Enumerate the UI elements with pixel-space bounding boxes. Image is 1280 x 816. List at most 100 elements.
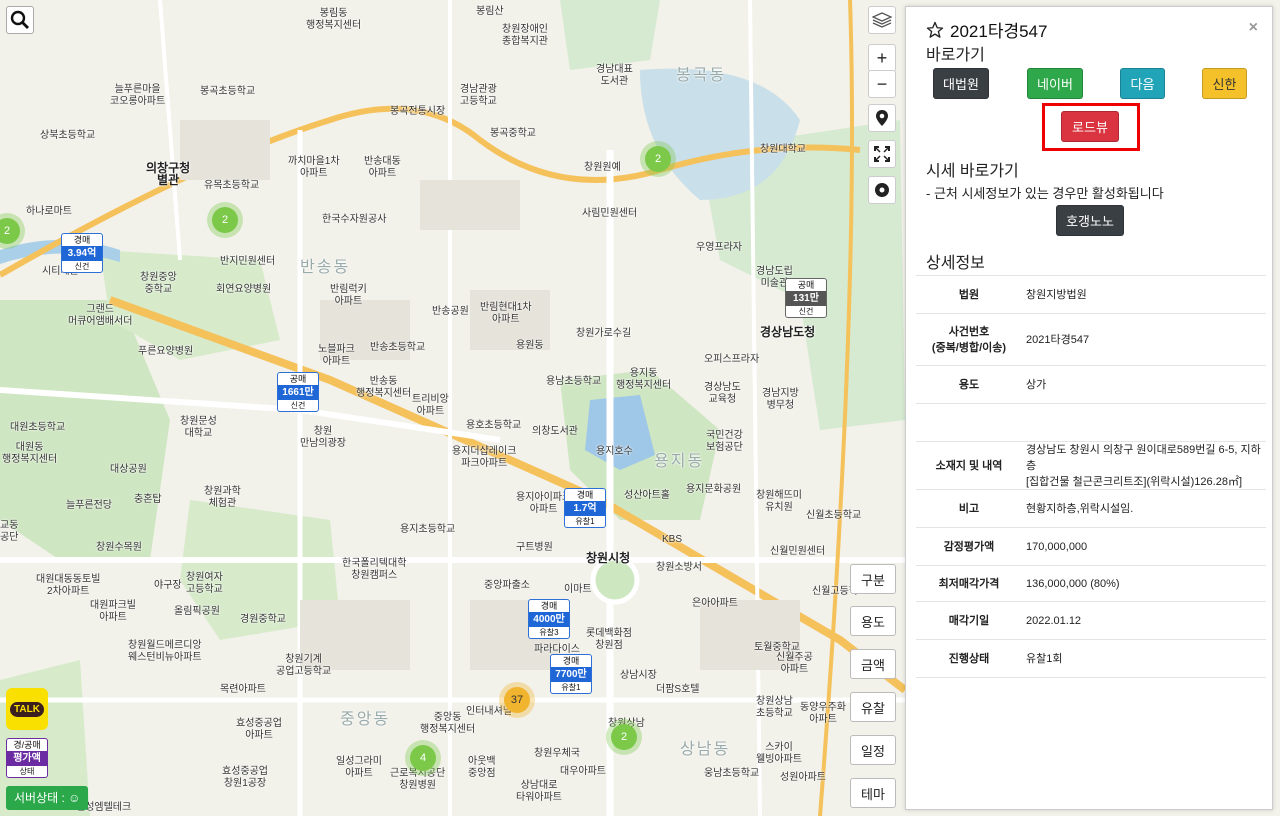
map-label: 창원 만남의광장	[300, 426, 346, 449]
marker-value: 131만	[786, 291, 826, 306]
map-label: 용지초등학교	[400, 524, 456, 535]
row-value: 170,000,000	[1026, 540, 1088, 553]
layers-button[interactable]	[868, 6, 896, 34]
marker-type: 경매	[562, 656, 580, 666]
map-cluster[interactable]: 2	[645, 146, 671, 172]
close-icon[interactable]: ×	[1249, 19, 1258, 37]
map-label: 구트병원	[516, 542, 553, 553]
map-label: 경남관광 고등학교	[460, 84, 497, 107]
filter-schedule-button[interactable]: 일정	[850, 735, 896, 765]
naver-link-button[interactable]: 네이버	[1027, 68, 1083, 99]
daum-link-button[interactable]: 다음	[1120, 68, 1165, 99]
map-label: 중앙동	[340, 711, 391, 728]
map-label: 중앙동 행정복지센터	[420, 712, 476, 735]
row-key: 소재지 및 내역	[935, 459, 1003, 472]
map-label: 용지더샵레이크 파크아파트	[452, 446, 517, 469]
auction-marker[interactable]: 공매 1661만 신건	[277, 372, 319, 412]
map-label: 반송초등학교	[370, 342, 426, 353]
auction-marker[interactable]: 경매 7700만 유찰1	[550, 654, 592, 694]
map-label: 성산아트홀	[624, 490, 670, 501]
map-label: 경상남도청	[760, 325, 816, 339]
map-cluster[interactable]: 4	[410, 745, 436, 771]
map-label: 대원대동동토빌 2차아파트	[36, 574, 101, 597]
filter-failed-bid-button[interactable]: 유찰	[850, 692, 896, 722]
target-icon	[875, 183, 889, 197]
row-value: 136,000,000 (80%)	[1026, 577, 1120, 590]
marker-status: 신건	[74, 262, 90, 271]
map-label: 상남대로 타워아파트	[516, 780, 562, 803]
case-title: 2021타경547	[926, 17, 1047, 42]
map-label: 상남시장	[620, 670, 657, 681]
zoom-in-button[interactable]: +	[868, 44, 896, 72]
case-number: 2021타경547	[950, 22, 1048, 41]
map-label: 까치마을1차 아파트	[288, 156, 340, 179]
fullscreen-icon	[874, 146, 890, 162]
filter-category-button[interactable]: 구분	[850, 564, 896, 594]
filter-usage-button[interactable]: 용도	[850, 606, 896, 636]
auction-marker[interactable]: 경매 3.94억 신건	[61, 233, 103, 273]
marker-value: 7700만	[551, 667, 591, 682]
map-search-button[interactable]	[6, 6, 34, 34]
table-row: 소재지 및 내역 경상남도 창원시 의창구 원이대로589번길 6-5, 지하층…	[916, 442, 1266, 490]
map-label: 창원과학 체험관	[204, 486, 241, 509]
map-label: 반지민원센터	[220, 256, 276, 267]
row-key: 최저매각가격	[938, 577, 1000, 590]
case-detail-panel: 2021타경547 × 바로가기 대법원 네이버 다음 신한 로드뷰 시세 바로…	[905, 6, 1273, 810]
row-value: 2021타경547	[1026, 333, 1090, 346]
auction-marker[interactable]: 경매 4000만 유찰3	[528, 599, 570, 639]
price-note: - 근처 시세정보가 있는 경우만 활성화됩니다	[926, 186, 1164, 201]
detail-heading: 상세정보	[926, 255, 985, 272]
hogang-button[interactable]: 호갱노노	[1056, 205, 1124, 236]
map-label: 용남초등학교	[546, 376, 602, 387]
kakao-talk-button[interactable]: TALK	[6, 688, 48, 730]
filter-price-button[interactable]: 금액	[850, 649, 896, 679]
map-label: 스카이 웰빙아파트	[756, 742, 802, 765]
table-row: 매각기일 2022.01.12	[916, 602, 1266, 640]
marker-status: 신건	[290, 401, 306, 410]
map-label: 반림럭키 아파트	[330, 284, 367, 307]
record-button[interactable]	[868, 176, 896, 204]
map-label: 경남지방 병무청	[762, 388, 799, 411]
detail-table: 법원 창원지방법원 사건번호 (중복/병합/이송) 2021타경547 용도 상…	[916, 275, 1266, 678]
marker-value: 3.94억	[62, 246, 102, 261]
map-label: 의창구청 별관	[146, 161, 191, 187]
row-value	[1022, 404, 1266, 441]
table-row: 진행상태 유찰1회	[916, 640, 1266, 678]
map-cluster[interactable]: 37	[504, 687, 530, 713]
location-button[interactable]	[868, 104, 896, 132]
map-label: 일성그라미 아파트	[336, 756, 382, 779]
goto-heading: 바로가기	[926, 47, 985, 64]
map-label: 늘푸른마을 코오롱아파트	[110, 84, 166, 107]
map-label: 반송동	[300, 259, 351, 276]
table-row: 용도 상가	[916, 366, 1266, 404]
price-heading: 시세 바로가기	[926, 163, 1019, 180]
map-label: 신월주공 아파트	[776, 652, 813, 675]
map-label: 우영프라자	[696, 242, 742, 253]
map-label: 창원상남 초등학교	[756, 696, 793, 719]
row-key: 비고	[958, 502, 980, 515]
map-label: 대상공원	[110, 464, 147, 475]
marker-type: 경매	[73, 235, 91, 245]
map-label: 봉곡초등학교	[200, 86, 256, 97]
table-row: 법원 창원지방법원	[916, 276, 1266, 314]
court-link-button[interactable]: 대법원	[933, 68, 989, 99]
map-label: 목련아파트	[220, 684, 266, 695]
map-label: KBS	[662, 534, 683, 545]
map-label: 야구장	[154, 580, 182, 591]
shinhan-link-button[interactable]: 신한	[1202, 68, 1247, 99]
filter-theme-button[interactable]: 테마	[850, 778, 896, 808]
auction-marker[interactable]: 경매 1.7억 유찰1	[564, 488, 606, 528]
map-cluster[interactable]: 2	[212, 207, 238, 233]
map-label: 롯데백화점 창원점	[586, 628, 632, 651]
auction-marker[interactable]: 공매 131만 신건	[785, 278, 827, 318]
map-label: 창원월드메르디앙 웨스턴비뉴아파트	[128, 640, 202, 663]
zoom-out-button[interactable]: −	[868, 70, 896, 98]
star-icon[interactable]	[926, 21, 944, 39]
table-row: 최저매각가격 136,000,000 (80%)	[916, 566, 1266, 602]
map-label: 유목초등학교	[204, 180, 260, 191]
fullscreen-button[interactable]	[868, 140, 896, 168]
map-label: 봉곡중학교	[490, 128, 536, 139]
roadview-button[interactable]: 로드뷰	[1061, 111, 1119, 142]
map-label: 창원문성 대학교	[180, 416, 217, 439]
map-cluster[interactable]: 2	[611, 724, 637, 750]
